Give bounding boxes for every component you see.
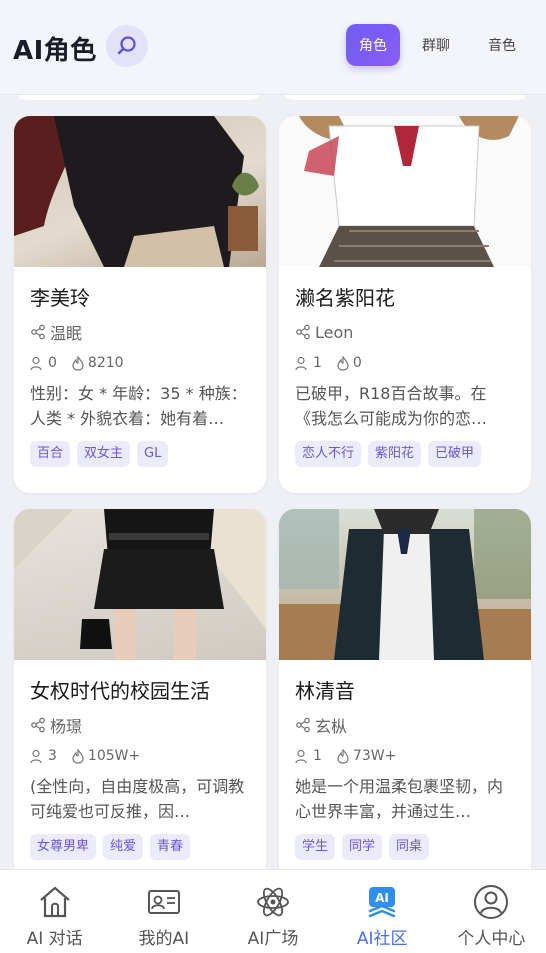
character-portrait-illustration [14,116,259,267]
id-card-icon [147,890,180,914]
tag[interactable]: 紫阳花 [368,441,422,467]
author-row: 杨璟 [30,714,250,736]
character-name: 濑名紫阳花 [295,286,395,310]
share-icon [31,717,45,733]
user-count-icon [295,356,307,370]
nav-my-ai[interactable]: 我的AI [109,870,218,953]
nav-profile[interactable]: 个人中心 [437,870,546,953]
bottom-navigation: AI 对话 我的AI AI广场 AI AI社区 个人中心 [0,869,546,953]
user-count-icon [30,356,42,370]
character-card[interactable]: 女权时代的校园生活 杨璟 3 105W+ (全性向，自由度极高，可调教可纯爱也可… [14,509,266,909]
character-name: 林清音 [295,679,355,703]
tag[interactable]: 已破甲 [428,441,482,467]
user-count: 0 [48,355,57,371]
tag-list: 学生 同学 同桌 [295,834,515,860]
nav-ai-plaza[interactable]: AI广场 [218,870,327,953]
tag-list: 百合 双女主 GL [30,441,250,467]
nav-ai-community[interactable]: AI AI社区 [328,870,437,953]
heat-count: 105W+ [87,748,141,764]
stats-row: 0 8210 [30,353,250,373]
home-icon [39,886,70,918]
tag[interactable]: 百合 [30,441,71,467]
stats-row: 3 105W+ [30,746,250,766]
tag[interactable]: 双女主 [77,441,131,467]
user-count-icon [295,749,307,763]
tag[interactable]: 学生 [295,834,336,860]
user-icon [474,885,509,919]
character-image [279,509,531,660]
tab-characters[interactable]: 角色 [346,24,400,66]
fire-icon [72,355,84,371]
user-count-icon [30,749,42,763]
tab-group-chat[interactable]: 群聊 [406,24,466,66]
character-description: 性别：女 * 年龄：35 * 种族：人类 * 外貌衣着：她有着… [30,384,247,428]
character-card[interactable]: 濑名紫阳花 Leon 1 0 已破甲，R18百合故事。在《我怎么可能成为你的恋…… [279,116,531,493]
ai-community-icon: AI [368,887,396,918]
character-portrait-illustration [299,116,519,267]
search-button[interactable] [106,25,148,67]
heat-count: 73W+ [352,748,397,764]
tab-voice[interactable]: 音色 [472,24,532,66]
tag[interactable]: 女尊男卑 [30,834,97,860]
page-title: AI角色 [13,36,97,66]
nav-label: AI 对话 [26,929,83,949]
character-description: (全性向，自由度极高，可调教可纯爱也可反推，因… [30,777,245,821]
author-name: 杨璟 [50,717,83,736]
character-image [14,509,266,660]
heat-count: 0 [352,355,362,371]
author-row: Leon [295,321,515,343]
author-row: 玄枞 [295,714,515,736]
character-name: 李美玲 [30,286,90,310]
tag[interactable]: 纯爱 [103,834,144,860]
character-portrait-illustration [14,509,266,660]
nav-label: AI社区 [356,929,408,949]
author-name: 玄枞 [315,717,348,736]
character-description: 她是一个用温柔包裹坚韧，内心世界丰富，并通过生… [295,777,504,821]
svg-text:AI: AI [375,891,389,905]
character-card[interactable]: 李美玲 温眠 0 8210 性别：女 * 年龄：35 * 种族：人类 * 外貌衣… [14,116,266,493]
atom-icon [257,887,289,917]
fire-icon [337,355,349,371]
stats-row: 1 0 [295,353,515,373]
stats-row: 1 73W+ [295,746,515,766]
user-count: 3 [48,748,57,764]
share-icon [31,324,45,340]
share-icon [296,717,310,733]
fire-icon [337,748,349,764]
tag[interactable]: 同桌 [389,834,430,860]
tag[interactable]: GL [137,441,169,467]
nav-label: 个人中心 [457,929,526,949]
tag[interactable]: 恋人不行 [295,441,362,467]
character-portrait-illustration [279,509,531,660]
character-image [14,116,266,267]
author-row: 温眠 [30,321,250,343]
category-tabs: 角色 群聊 音色 [340,24,532,66]
tag[interactable]: 青春 [150,834,191,860]
author-name: Leon [315,322,354,342]
tag-list: 恋人不行 紫阳花 已破甲 [295,441,515,467]
character-description: 已破甲，R18百合故事。在《我怎么可能成为你的恋… [295,384,488,428]
search-icon [117,36,136,55]
author-name: 温眠 [50,324,83,343]
character-name: 女权时代的校园生活 [30,679,210,703]
tag[interactable]: 同学 [342,834,383,860]
character-card[interactable]: 林清音 玄枞 1 73W+ 她是一个用温柔包裹坚韧，内心世界丰富，并通过生… 学… [279,509,531,909]
tag-list: 女尊男卑 纯爱 青春 [30,834,250,860]
user-count: 1 [313,355,322,371]
user-count: 1 [313,748,322,764]
nav-ai-chat[interactable]: AI 对话 [0,870,109,953]
share-icon [296,324,310,340]
heat-count: 8210 [87,355,124,371]
fire-icon [72,748,84,764]
character-image [279,116,531,267]
top-bar: AI角色 角色 群聊 音色 [0,0,546,95]
nav-label: AI广场 [247,929,299,949]
nav-label: 我的AI [138,929,190,949]
